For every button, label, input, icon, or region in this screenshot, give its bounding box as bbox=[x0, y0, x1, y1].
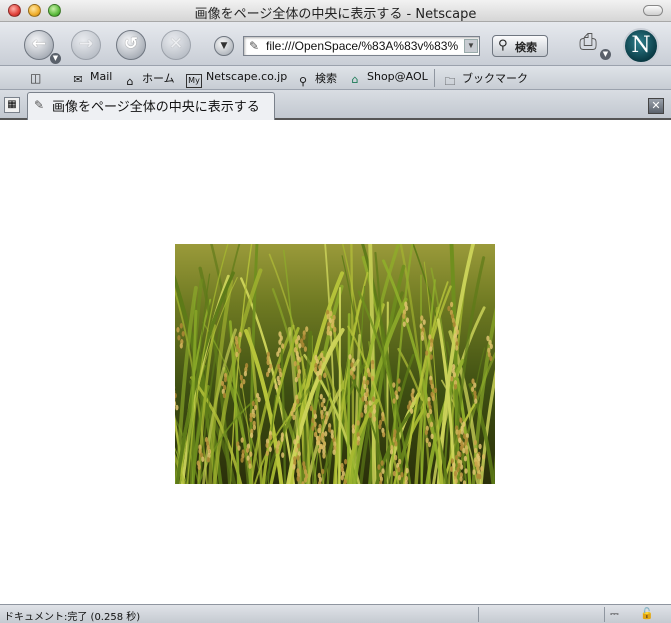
toolbar-item-label: Netscape.co.jp bbox=[206, 70, 288, 83]
home-icon: ⌂ bbox=[126, 75, 134, 88]
back-arrow-icon: ← bbox=[31, 34, 47, 54]
toolbar-item-label: ホーム bbox=[142, 72, 175, 85]
toolbar-item-home[interactable]: ⌂ ホーム bbox=[122, 70, 175, 89]
sidebar-icon: ◫ bbox=[30, 71, 42, 85]
toolbar-item-label: ブックマーク bbox=[462, 72, 528, 85]
status-divider bbox=[604, 607, 605, 622]
toolbar-item-mail[interactable]: ✉ Mail bbox=[70, 70, 112, 87]
status-text: ドキュメント:完了 (0.258 秒) bbox=[4, 612, 141, 623]
reload-button[interactable]: ↺ bbox=[116, 30, 146, 60]
search-button-label: 検索 bbox=[515, 41, 537, 54]
url-field[interactable]: ✎ file:///OpenSpace/%83A%83v%83% ▼ bbox=[243, 36, 480, 56]
search-button[interactable]: ⚲ 検索 bbox=[492, 35, 548, 57]
netscape-logo[interactable]: N bbox=[623, 28, 659, 64]
tab-bar: ▦ ✎ 画像をページ全体の中央に表示する ✕ bbox=[0, 90, 671, 120]
tab-active[interactable]: ✎ 画像をページ全体の中央に表示する bbox=[27, 92, 275, 120]
toolbar-item-search[interactable]: ⚲ 検索 bbox=[295, 70, 337, 89]
sidebar-toggle-button[interactable]: ◫ bbox=[20, 68, 54, 88]
close-tab-button[interactable]: ✕ bbox=[648, 98, 664, 114]
forward-button[interactable]: → bbox=[71, 30, 101, 60]
history-dropdown-button[interactable]: ▼ bbox=[214, 36, 234, 56]
rice-field-photo bbox=[175, 244, 495, 484]
stop-button[interactable]: ✕ bbox=[161, 30, 191, 60]
search-icon: ⚲ bbox=[298, 75, 308, 88]
stop-icon: ✕ bbox=[168, 34, 184, 54]
print-button[interactable]: ⎙ bbox=[574, 30, 602, 55]
status-bar: ドキュメント:完了 (0.258 秒) ⎓ 🔓 bbox=[0, 604, 671, 623]
page-proxy-icon[interactable]: ✎ bbox=[249, 39, 259, 53]
window-title: 画像をページ全体の中央に表示する - Netscape bbox=[194, 7, 477, 22]
print-dropdown[interactable]: ▼ bbox=[600, 49, 611, 60]
title-bar: 画像をページ全体の中央に表示する - Netscape bbox=[0, 0, 671, 22]
page-icon: ✎ bbox=[34, 98, 45, 112]
folder-icon: 🗀 bbox=[444, 75, 456, 88]
new-tab-icon[interactable]: ▦ bbox=[4, 97, 20, 113]
url-text: file:///OpenSpace/%83A%83v%83% bbox=[266, 39, 459, 53]
toolbar-item-label: Mail bbox=[90, 70, 113, 83]
page-content bbox=[0, 122, 671, 604]
security-lock-icon[interactable]: 🔓 bbox=[640, 607, 654, 620]
rice-field-image bbox=[175, 244, 495, 484]
toolbar-item-label: 検索 bbox=[315, 72, 337, 85]
toolbar-item-netscape[interactable]: My Netscape.co.jp bbox=[186, 70, 287, 88]
tab-label: 画像をページ全体の中央に表示する bbox=[52, 100, 260, 115]
toolbar-item-bookmarks[interactable]: 🗀 ブックマーク bbox=[442, 70, 529, 88]
reload-icon: ↺ bbox=[123, 34, 139, 54]
shop-icon: ⌂ bbox=[351, 73, 359, 86]
navigation-toolbar: ← ▼ → ↺ ✕ ▼ ✎ file:///OpenSpace/%83A%83v… bbox=[0, 22, 671, 66]
toolbar-item-label: Shop@AOL bbox=[367, 70, 428, 83]
status-divider bbox=[478, 607, 479, 622]
toolbar-item-shop[interactable]: ⌂ Shop@AOL bbox=[347, 70, 428, 87]
online-status-icon[interactable]: ⎓ bbox=[610, 607, 619, 621]
magnifier-icon: ⚲ bbox=[498, 38, 508, 53]
close-icon: ✕ bbox=[651, 99, 661, 112]
forward-arrow-icon: → bbox=[78, 34, 94, 54]
my-netscape-icon: My bbox=[186, 74, 202, 88]
printer-icon: ⎙ bbox=[579, 30, 597, 55]
toolbar-toggle-button[interactable] bbox=[643, 5, 663, 16]
mail-icon: ✉ bbox=[73, 73, 83, 86]
toolbar-separator bbox=[434, 69, 435, 87]
back-history-dropdown[interactable]: ▼ bbox=[50, 53, 61, 64]
url-dropdown-icon[interactable]: ▼ bbox=[464, 39, 478, 53]
personal-toolbar: ◫ ✉ Mail ⌂ ホーム My Netscape.co.jp ⚲ 検索 ⌂ Shop@… bbox=[0, 66, 671, 90]
